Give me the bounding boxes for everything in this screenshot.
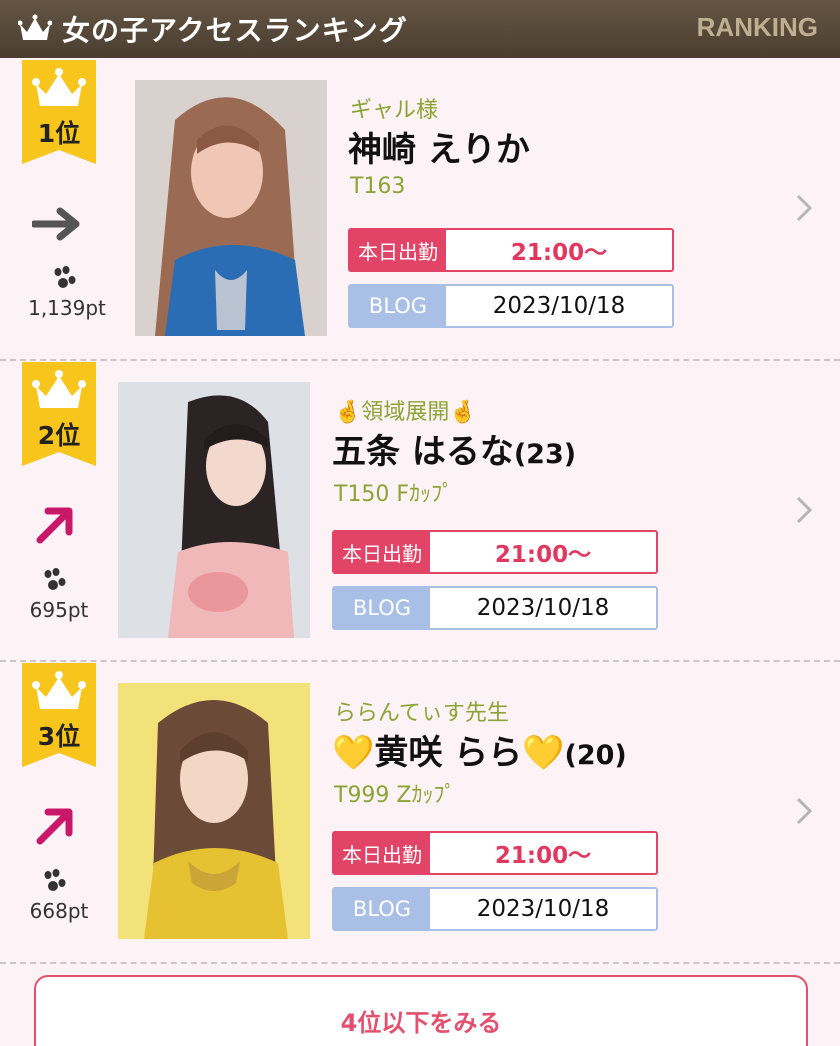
- blog-date: 2023/10/18: [476, 896, 610, 922]
- rank-badge: 2位: [22, 362, 96, 466]
- paw-icon: [44, 869, 66, 891]
- points-value: 695pt: [29, 598, 89, 622]
- chevron-right-icon[interactable]: [794, 494, 814, 526]
- schedule-label: 本日出勤: [350, 230, 446, 270]
- name-text: 💛黄咲 らら💛: [332, 733, 565, 773]
- schedule-box: 本日出勤 21:00〜: [332, 530, 658, 574]
- body-spec: T163: [350, 174, 406, 199]
- rank-badge: 3位: [22, 663, 96, 767]
- crown-icon: [18, 14, 52, 40]
- schedule-time: 21:00〜: [510, 240, 608, 266]
- blog-label: BLOG: [350, 286, 446, 326]
- body-spec: T999 Zｶｯﾌﾟ: [334, 783, 456, 808]
- girl-name[interactable]: 神崎 えりか: [348, 122, 530, 171]
- blog-label: BLOG: [334, 889, 430, 929]
- blog-date: 2023/10/18: [492, 293, 626, 319]
- rank-badge: 1位: [22, 60, 96, 164]
- header-subtitle: RANKING: [696, 12, 818, 42]
- rank-label: 2位: [37, 421, 81, 450]
- right-arrow-icon: [32, 207, 80, 241]
- profile-photo[interactable]: [118, 683, 310, 939]
- points-value: 668pt: [29, 899, 89, 923]
- points-value: 1,139pt: [28, 296, 106, 320]
- rank-label: 1位: [37, 119, 81, 148]
- up-right-arrow-icon: [36, 507, 73, 544]
- ranking-header: 女の子アクセスランキング RANKING: [0, 0, 840, 58]
- header-title: 女の子アクセスランキング: [62, 14, 408, 47]
- profile-photo[interactable]: [118, 382, 310, 638]
- catchphrase: ららんてぃす先生: [334, 701, 509, 726]
- blog-link[interactable]: BLOG 2023/10/18: [332, 586, 658, 630]
- ranking-entry-1[interactable]: 1位 1,139pt ギャル様 神崎 えりか T163 本日出勤 21:00〜 …: [0, 58, 840, 360]
- blog-link[interactable]: BLOG 2023/10/18: [348, 284, 674, 328]
- catchphrase: ギャル様: [350, 98, 439, 123]
- paw-icon: [44, 568, 66, 590]
- rank-label: 3位: [37, 722, 81, 751]
- chevron-right-icon[interactable]: [794, 192, 814, 224]
- paw-icon: [54, 266, 76, 288]
- up-right-arrow-icon: [36, 808, 73, 845]
- girl-name[interactable]: 五条 はるな(23): [332, 424, 576, 473]
- age-text: (23): [513, 439, 577, 470]
- age-text: (20): [564, 740, 627, 771]
- schedule-box: 本日出勤 21:00〜: [348, 228, 674, 272]
- girl-name[interactable]: 💛黄咲 らら💛(20): [332, 725, 627, 774]
- body-spec: T150 Fｶｯﾌﾟ: [334, 482, 454, 507]
- profile-photo[interactable]: [135, 80, 327, 336]
- name-text: 神崎 えりか: [348, 130, 530, 170]
- schedule-time: 21:00〜: [494, 542, 592, 568]
- blog-label: BLOG: [334, 588, 430, 628]
- divider: [0, 962, 840, 964]
- schedule-label: 本日出勤: [334, 532, 430, 572]
- schedule-time: 21:00〜: [494, 843, 592, 869]
- blog-link[interactable]: BLOG 2023/10/18: [332, 887, 658, 931]
- blog-date: 2023/10/18: [476, 595, 610, 621]
- chevron-right-icon[interactable]: [794, 795, 814, 827]
- see-more-button[interactable]: 4位以下をみる: [34, 975, 808, 1046]
- ranking-entry-3[interactable]: 3位 668pt ららんてぃす先生 💛黄咲 らら💛(20) T999 Zｶｯﾌﾟ…: [0, 661, 840, 963]
- name-text: 五条 はるな: [332, 432, 514, 472]
- schedule-label: 本日出勤: [334, 833, 430, 873]
- schedule-box: 本日出勤 21:00〜: [332, 831, 658, 875]
- ranking-entry-2[interactable]: 2位 695pt 🤞領域展開🤞 五条 はるな(23) T150 Fｶｯﾌﾟ 本日…: [0, 360, 840, 662]
- catchphrase: 🤞領域展開🤞: [334, 400, 477, 425]
